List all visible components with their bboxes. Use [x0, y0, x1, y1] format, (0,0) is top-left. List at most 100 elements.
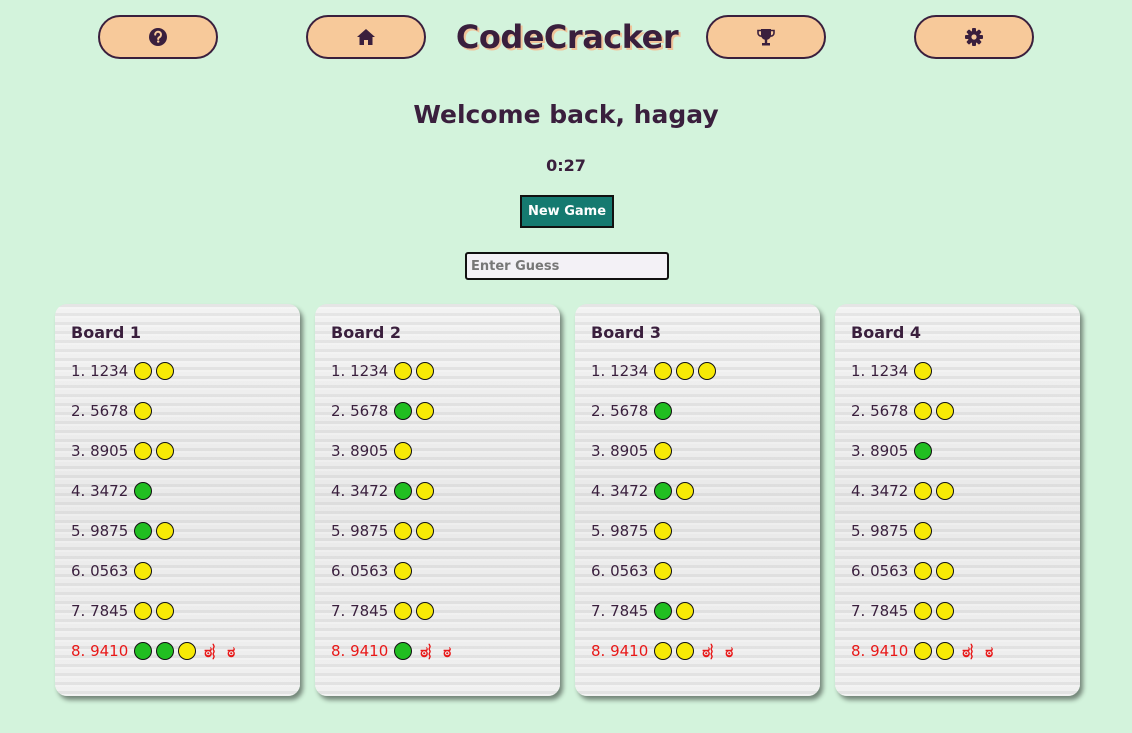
guess-row: 2. 5678 [851, 401, 958, 421]
guess-row: 8. 9410 ಠ︴ಠ [851, 641, 993, 661]
welcome-message: Welcome back, hagay [413, 100, 719, 129]
green-peg [134, 482, 153, 500]
guess-row: 3. 8905 [591, 441, 676, 461]
green-peg [134, 642, 153, 660]
yellow-peg [394, 522, 413, 540]
green-peg [654, 602, 673, 620]
guess-label: 8. 9410 [591, 642, 649, 660]
guess-row: 4. 3472 [71, 481, 156, 501]
guess-label: 4. 3472 [331, 482, 389, 500]
guess-row: 6. 0563 [851, 561, 958, 581]
yellow-peg [676, 482, 695, 500]
yellow-peg [134, 362, 153, 380]
guess-label: 6. 0563 [851, 562, 909, 580]
guess-input[interactable] [465, 252, 669, 280]
guess-label: 2. 5678 [851, 402, 909, 420]
guess-label: 7. 7845 [331, 602, 389, 620]
help-button[interactable] [98, 15, 218, 59]
solved-mark: ಠ︴ಠ [204, 642, 236, 661]
guess-label: 8. 9410 [851, 642, 909, 660]
yellow-peg [416, 602, 435, 620]
guess-row: 3. 8905 [331, 441, 416, 461]
yellow-peg [654, 362, 673, 380]
guess-label: 3. 8905 [331, 442, 389, 460]
yellow-peg [698, 362, 717, 380]
trophy-icon [757, 29, 775, 46]
question-circle-icon [149, 28, 167, 46]
guess-label: 8. 9410 [71, 642, 129, 660]
yellow-peg [394, 362, 413, 380]
yellow-peg [178, 642, 197, 660]
guess-row: 8. 9410 ಠ︴ಠ [591, 641, 733, 661]
guess-row: 6. 0563 [71, 561, 156, 581]
guess-label: 4. 3472 [591, 482, 649, 500]
guess-label: 6. 0563 [71, 562, 129, 580]
guess-label: 3. 8905 [71, 442, 129, 460]
guess-row: 1. 1234 [71, 361, 178, 381]
yellow-peg [936, 562, 955, 580]
yellow-peg [914, 522, 933, 540]
guess-label: 5. 9875 [591, 522, 649, 540]
yellow-peg [914, 642, 933, 660]
yellow-peg [416, 522, 435, 540]
guess-row: 2. 5678 [591, 401, 676, 421]
app-logo: CodeCracker [455, 18, 679, 56]
guess-row: 7. 7845 [851, 601, 958, 621]
yellow-peg [654, 642, 673, 660]
yellow-peg [654, 562, 673, 580]
yellow-peg [914, 402, 933, 420]
guess-row: 5. 9875 [331, 521, 438, 541]
guess-label: 5. 9875 [331, 522, 389, 540]
guess-label: 2. 5678 [591, 402, 649, 420]
yellow-peg [914, 362, 933, 380]
board-3: Board 3 1. 1234 2. 5678 3. 8905 4. 3472 5. 98… [575, 304, 820, 696]
guess-row: 8. 9410 ಠ︴ಠ [71, 641, 235, 661]
guess-row: 2. 5678 [71, 401, 156, 421]
yellow-peg [156, 602, 175, 620]
guess-row: 4. 3472 [851, 481, 958, 501]
yellow-peg [936, 402, 955, 420]
new-game-button[interactable]: New Game [520, 195, 614, 228]
green-peg [394, 642, 413, 660]
green-peg [654, 482, 673, 500]
board-4: Board 4 1. 1234 2. 5678 3. 8905 4. 3472 5. 98… [835, 304, 1080, 696]
guess-label: 7. 7845 [591, 602, 649, 620]
guess-label: 3. 8905 [591, 442, 649, 460]
guess-row: 4. 3472 [331, 481, 438, 501]
yellow-peg [654, 522, 673, 540]
guess-label: 6. 0563 [591, 562, 649, 580]
leaderboard-button[interactable] [706, 15, 826, 59]
settings-button[interactable] [914, 15, 1034, 59]
guess-row: 3. 8905 [851, 441, 936, 461]
board-title: Board 3 [591, 323, 662, 342]
yellow-peg [394, 562, 413, 580]
green-peg [156, 642, 175, 660]
guess-label: 4. 3472 [851, 482, 909, 500]
home-button[interactable] [306, 15, 426, 59]
yellow-peg [156, 442, 175, 460]
guess-label: 1. 1234 [331, 362, 389, 380]
guess-row: 5. 9875 [851, 521, 936, 541]
green-peg [914, 442, 933, 460]
gear-icon [965, 28, 983, 46]
yellow-peg [134, 442, 153, 460]
yellow-peg [156, 362, 175, 380]
green-peg [134, 522, 153, 540]
board-title: Board 4 [851, 323, 922, 342]
guess-label: 6. 0563 [331, 562, 389, 580]
guess-label: 3. 8905 [851, 442, 909, 460]
yellow-peg [914, 562, 933, 580]
yellow-peg [416, 362, 435, 380]
guess-row: 6. 0563 [331, 561, 416, 581]
guess-row: 3. 8905 [71, 441, 178, 461]
yellow-peg [914, 602, 933, 620]
yellow-peg [936, 482, 955, 500]
guess-label: 1. 1234 [71, 362, 129, 380]
yellow-peg [416, 482, 435, 500]
yellow-peg [156, 522, 175, 540]
game-timer: 0:27 [546, 156, 586, 175]
yellow-peg [676, 642, 695, 660]
yellow-peg [936, 642, 955, 660]
yellow-peg [134, 402, 153, 420]
guess-label: 5. 9875 [851, 522, 909, 540]
